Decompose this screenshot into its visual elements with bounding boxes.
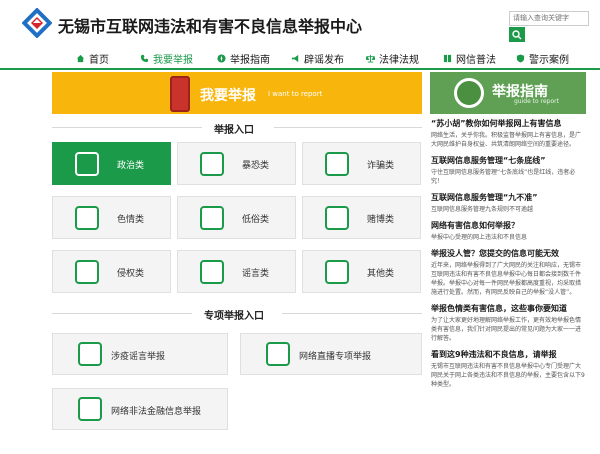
guide-item-title[interactable]: 网络有害信息如何举报？ bbox=[431, 220, 586, 231]
special-tile-epidemic-rumor[interactable]: 涉疫谣言举报 bbox=[52, 333, 228, 375]
nav-report[interactable]: 我要举报 bbox=[140, 46, 193, 70]
pornography-icon bbox=[75, 206, 99, 230]
nav-label: 网信普法 bbox=[456, 54, 496, 66]
other-icon bbox=[325, 260, 349, 284]
bomb-icon bbox=[200, 152, 224, 176]
guide-banner-subtitle: guide to report bbox=[514, 98, 559, 105]
guide-item-desc: 近年来，网络举报得到了广大网民的关注和响应，无锡市互联网违法和有害不良信息举报中… bbox=[431, 262, 582, 296]
report-tile-label: 谣言类 bbox=[242, 269, 270, 279]
guide-item-title[interactable]: 互联网信息服务管理“七条底线” bbox=[431, 155, 586, 166]
main-nav: 首页 我要举报 举报指南 辟谣发布 法律法规 网信普法 警示案例 bbox=[0, 46, 600, 70]
compass-icon bbox=[217, 53, 226, 63]
guide-item[interactable]: 网络有害信息如何举报？ 举报中心受理的网上违法和不良信息 bbox=[431, 220, 586, 242]
nav-law[interactable]: 法律法规 bbox=[366, 46, 419, 70]
divider bbox=[274, 127, 422, 128]
megaphone-icon bbox=[291, 54, 299, 62]
guide-item-desc: 为了让大家更好地理解网络举报工作，更有效地举报色情类有害信息，我们针对网民提出的… bbox=[431, 317, 582, 342]
site-logo-icon bbox=[22, 8, 52, 38]
report-tile-infringement[interactable]: 侵权类 bbox=[52, 250, 171, 293]
report-tile-politics[interactable]: 政治类 bbox=[52, 142, 171, 185]
report-banner-subtitle: I want to report bbox=[268, 90, 323, 98]
report-tile-other[interactable]: 其他类 bbox=[302, 250, 421, 293]
nav-label: 首页 bbox=[89, 54, 109, 66]
special-tile-label: 网络非法金融信息举报 bbox=[111, 407, 202, 417]
guide-item-desc: 举报中心受理的网上违法和不良信息 bbox=[431, 234, 528, 241]
report-tile-label: 政治类 bbox=[117, 161, 145, 171]
fraud-icon bbox=[325, 152, 349, 176]
divider bbox=[52, 127, 202, 128]
report-tile-label: 低俗类 bbox=[242, 215, 270, 225]
vulgar-icon bbox=[200, 206, 224, 230]
livestream-icon bbox=[266, 342, 290, 366]
guide-item[interactable]: “苏小胡”教你如何举报网上有害信息 网络生活，关乎你我。积极监督举报网上有害信息… bbox=[431, 118, 586, 149]
nav-label: 我要举报 bbox=[153, 54, 193, 66]
nav-legal-education[interactable]: 网信普法 bbox=[443, 46, 496, 70]
nav-guide[interactable]: 举报指南 bbox=[217, 46, 270, 70]
nav-label: 警示案例 bbox=[529, 54, 569, 66]
special-tile-illegal-finance[interactable]: 网络非法金融信息举报 bbox=[52, 388, 228, 430]
finance-prohibited-icon bbox=[78, 397, 102, 421]
nav-rumor[interactable]: 辟谣发布 bbox=[291, 46, 344, 70]
site-header: 无锡市互联网违法和有害不良信息举报中心 bbox=[0, 0, 600, 46]
report-tile-label: 其他类 bbox=[367, 269, 395, 279]
search-icon bbox=[512, 29, 522, 39]
home-icon bbox=[76, 54, 85, 62]
guide-item-title[interactable]: 互联网信息服务管理“九不准” bbox=[431, 192, 586, 203]
divider bbox=[282, 313, 422, 314]
special-entry-title: 专项举报入口 bbox=[204, 311, 264, 322]
nav-home[interactable]: 首页 bbox=[76, 46, 109, 70]
special-tile-label: 涉疫谣言举报 bbox=[111, 352, 166, 362]
report-tile-label: 诈骗类 bbox=[367, 161, 395, 171]
shield-icon bbox=[516, 53, 525, 63]
report-tile-terror[interactable]: 暴恐类 bbox=[177, 142, 296, 185]
rumor-icon bbox=[200, 260, 224, 284]
report-tile-label: 色情类 bbox=[117, 215, 145, 225]
guide-item-desc: 无锡市互联网违法和有害不良信息举报中心专门受理广大网民关于网上各类违法和不良信息… bbox=[431, 363, 585, 388]
report-tile-gambling[interactable]: 赌博类 bbox=[302, 196, 421, 239]
guide-item[interactable]: 举报没人管？您提交的信息可能无效 近年来，网络举报得到了广大网民的关注和响应，无… bbox=[431, 248, 586, 297]
scales-icon bbox=[366, 54, 375, 63]
report-tile-fraud[interactable]: 诈骗类 bbox=[302, 142, 421, 185]
search-button[interactable] bbox=[509, 27, 525, 42]
guide-banner[interactable]: 举报指南 guide to report bbox=[430, 72, 586, 114]
divider bbox=[52, 313, 192, 314]
book-icon bbox=[443, 54, 452, 62]
report-entry-title: 举报入口 bbox=[214, 125, 254, 136]
nav-cases[interactable]: 警示案例 bbox=[516, 46, 569, 70]
report-banner-title: 我要举报 bbox=[200, 88, 256, 104]
gambling-icon bbox=[325, 206, 349, 230]
search-input[interactable] bbox=[509, 11, 589, 26]
guide-item[interactable]: 看到这9种违法和不良信息，请举报 无锡市互联网违法和有害不良信息举报中心专门受理… bbox=[431, 349, 586, 389]
phone-illustration-icon bbox=[170, 76, 190, 112]
nav-label: 举报指南 bbox=[230, 54, 270, 66]
guide-item-title[interactable]: “苏小胡”教你如何举报网上有害信息 bbox=[431, 118, 586, 129]
guide-list: “苏小胡”教你如何举报网上有害信息 网络生活，关乎你我。积极监督举报网上有害信息… bbox=[431, 118, 586, 454]
report-tile-label: 暴恐类 bbox=[242, 161, 270, 171]
guide-item-title[interactable]: 看到这9种违法和不良信息，请举报 bbox=[431, 349, 586, 360]
guide-item[interactable]: 举报色情类有害信息，这些事你要知道 为了让大家更好地理解网络举报工作，更有效地举… bbox=[431, 303, 586, 343]
special-tile-livestream[interactable]: 网络直播专项举报 bbox=[240, 333, 422, 375]
special-tile-label: 网络直播专项举报 bbox=[299, 352, 372, 362]
report-tile-rumor[interactable]: 谣言类 bbox=[177, 250, 296, 293]
report-tile-pornography[interactable]: 色情类 bbox=[52, 196, 171, 239]
guide-item-desc: 互联网信息服务管理九条规则不可逾越 bbox=[431, 206, 534, 213]
guide-item[interactable]: 互联网信息服务管理“七条底线” 守住互联网信息服务管理“七条底线”也是红线，违者… bbox=[431, 155, 586, 186]
site-title: 无锡市互联网违法和有害不良信息举报中心 bbox=[58, 17, 363, 36]
nav-label: 辟谣发布 bbox=[304, 54, 344, 66]
phone-icon bbox=[140, 54, 149, 62]
guide-item[interactable]: 互联网信息服务管理“九不准” 互联网信息服务管理九条规则不可逾越 bbox=[431, 192, 586, 214]
guide-item-title[interactable]: 举报色情类有害信息，这些事你要知道 bbox=[431, 303, 586, 314]
epidemic-shield-icon bbox=[78, 342, 102, 366]
report-banner: 我要举报 I want to report bbox=[52, 72, 422, 114]
report-tile-label: 侵权类 bbox=[117, 269, 145, 279]
report-tile-label: 赌博类 bbox=[367, 215, 395, 225]
guide-item-title[interactable]: 举报没人管？您提交的信息可能无效 bbox=[431, 248, 586, 259]
compass-illustration-icon bbox=[454, 78, 484, 108]
guide-item-desc: 守住互联网信息服务管理“七条底线”也是红线，违者必究！ bbox=[431, 169, 576, 185]
politics-icon bbox=[75, 152, 99, 176]
report-tile-vulgar[interactable]: 低俗类 bbox=[177, 196, 296, 239]
infringement-icon bbox=[75, 260, 99, 284]
guide-item-desc: 网络生活，关乎你我。积极监督举报网上有害信息，是广大网民维护自身权益、共筑清朗网… bbox=[431, 132, 582, 148]
nav-label: 法律法规 bbox=[379, 54, 419, 66]
